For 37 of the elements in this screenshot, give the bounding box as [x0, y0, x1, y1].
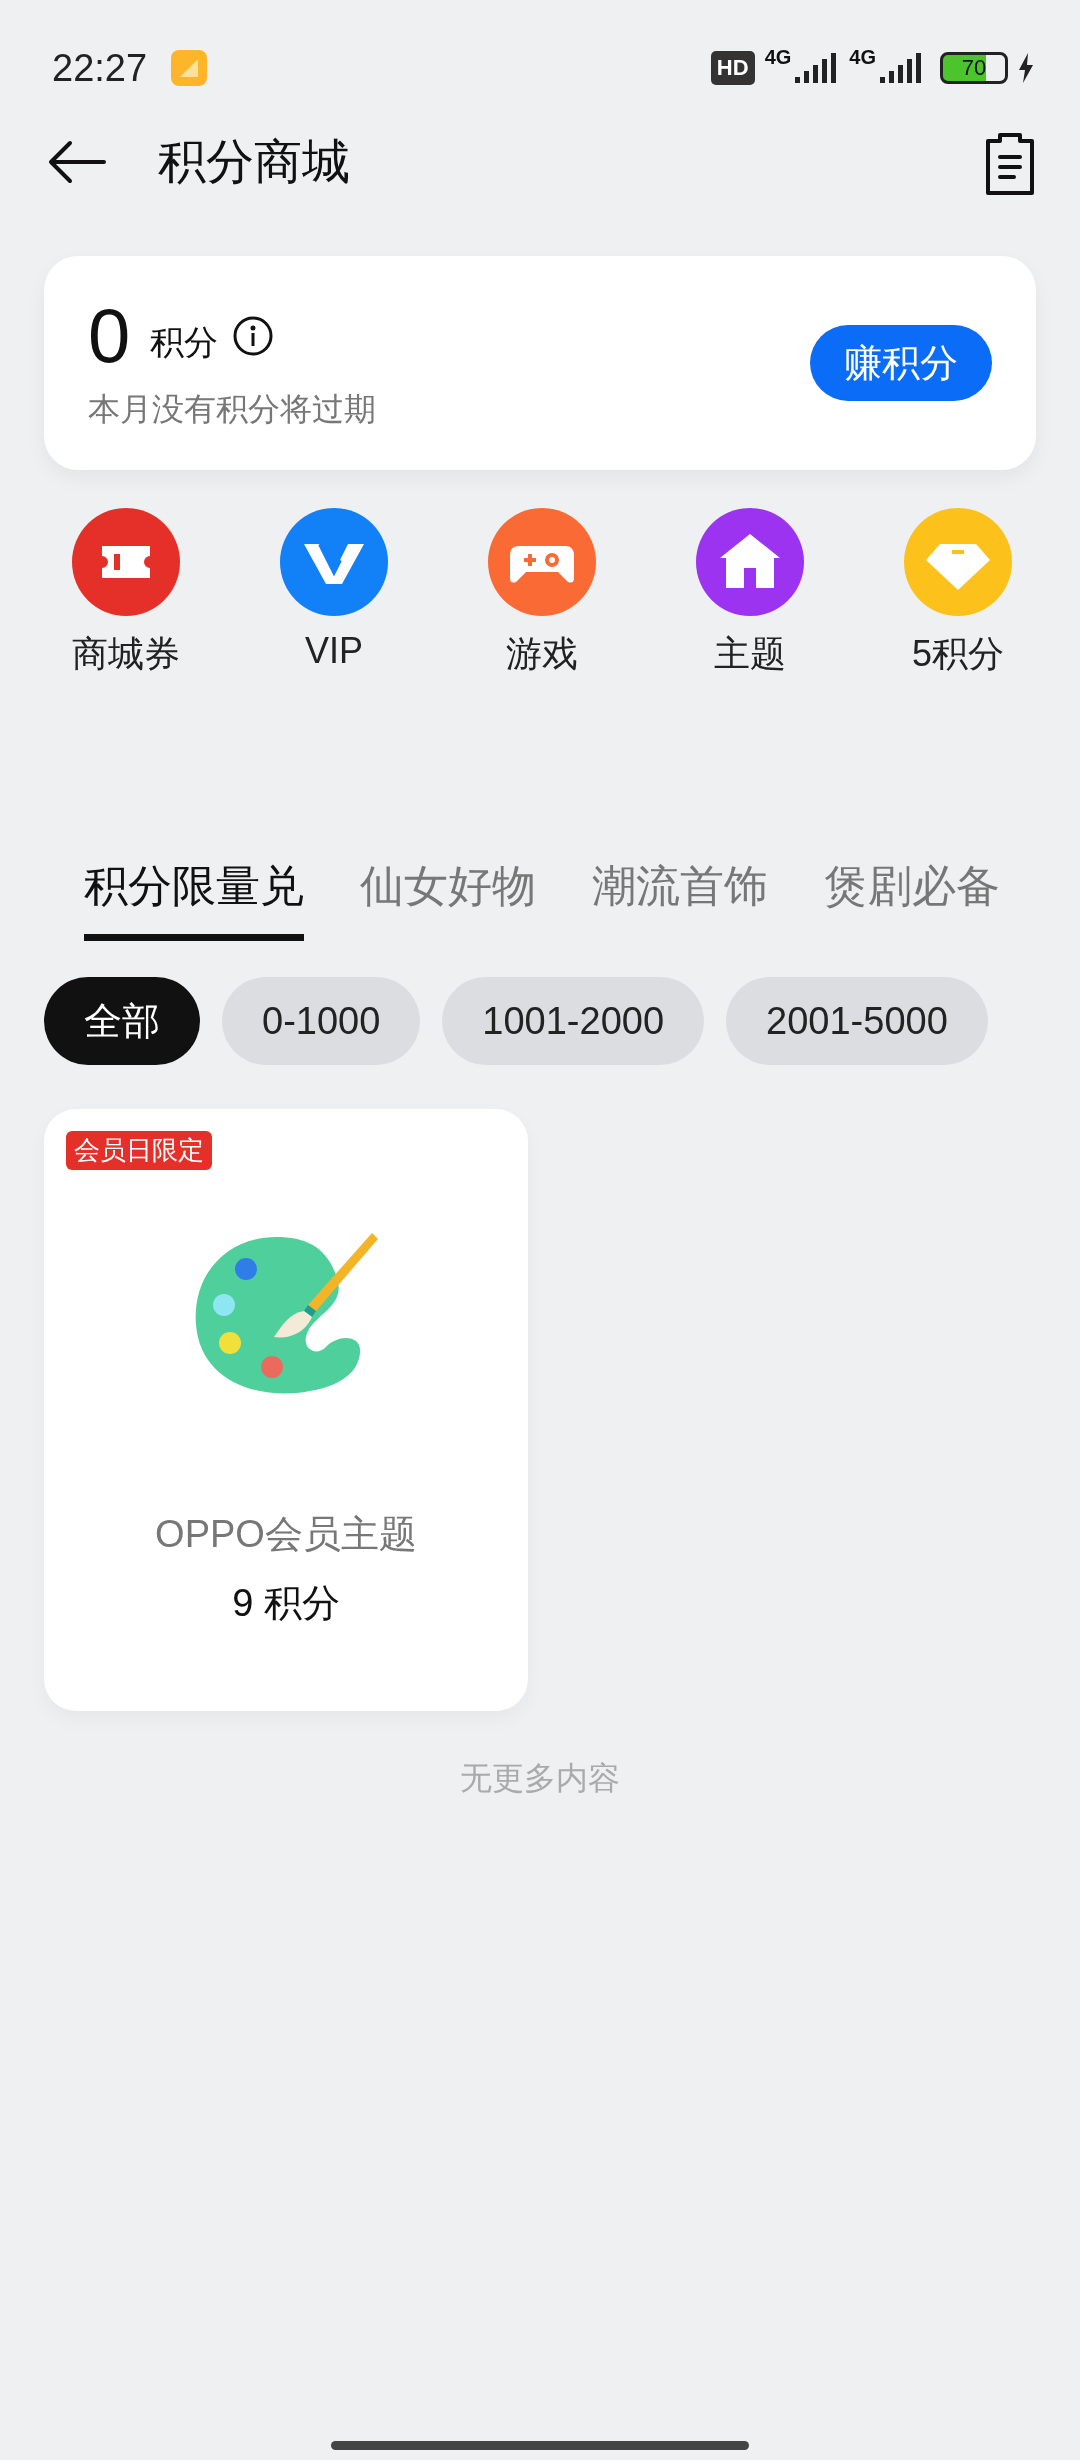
shortcut-label: 商城券	[72, 632, 180, 676]
network-type-label: 4G	[849, 46, 876, 69]
end-of-list-text: 无更多内容	[459, 1759, 621, 1798]
expiry-note: 本月没有积分将过期	[88, 390, 377, 429]
product-price: 9 积分	[232, 1581, 340, 1626]
shortcut-label: 5积分	[912, 632, 1004, 676]
earn-points-button[interactable]: 赚积分	[810, 325, 992, 401]
product-card[interactable]: 会员日限定 OPPO会员主题 9 积分	[44, 1109, 528, 1711]
points-value: 0	[88, 294, 131, 378]
product-badge: 会员日限定	[66, 1131, 212, 1170]
back-icon[interactable]	[48, 140, 106, 184]
shortcut-label: 游戏	[506, 632, 578, 676]
shortcut-label: VIP	[305, 630, 363, 672]
ticket-icon[interactable]	[72, 508, 180, 616]
category-tab[interactable]: 积分限量兑	[84, 857, 304, 941]
house-icon[interactable]	[696, 508, 804, 616]
category-tab[interactable]: 仙女好物	[360, 857, 536, 941]
network-type-label: 4G	[764, 46, 792, 69]
category-tab[interactable]: 煲剧必备	[824, 857, 1000, 941]
charging-icon	[1018, 53, 1034, 83]
filter-chip[interactable]: 全部	[44, 977, 200, 1065]
gamepad-icon[interactable]	[488, 508, 596, 616]
notification-app-icon	[171, 50, 208, 86]
points-unit: 积分	[150, 322, 219, 363]
shortcut-label: 主题	[714, 632, 786, 676]
page-title: 积分商城	[158, 134, 350, 190]
battery-indicator: 70	[940, 52, 1008, 84]
product-name: OPPO会员主题	[155, 1512, 417, 1557]
status-time: 22:27	[52, 46, 148, 90]
info-icon[interactable]	[232, 315, 275, 357]
hd-voice-icon: HD	[710, 51, 755, 85]
signal-icon	[880, 53, 924, 83]
vip-icon[interactable]	[280, 508, 388, 616]
filter-chip[interactable]: 2001-5000	[726, 977, 988, 1065]
filter-chip[interactable]: 1001-2000	[442, 977, 705, 1065]
filter-chip[interactable]: 0-1000	[222, 977, 421, 1065]
category-tab[interactable]: 潮流首饰	[592, 857, 768, 941]
